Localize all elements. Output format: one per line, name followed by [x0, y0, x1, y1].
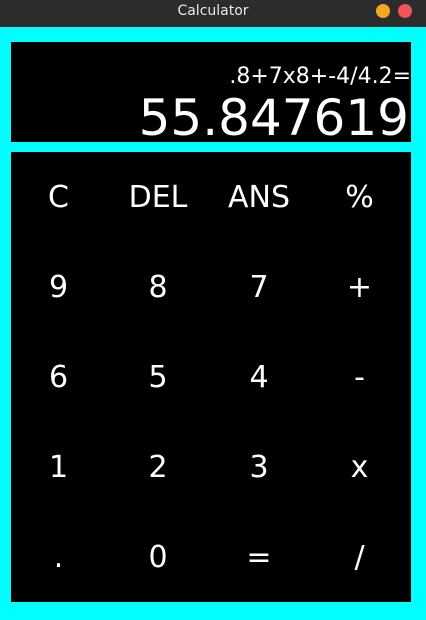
plus-button[interactable]: +	[308, 242, 411, 332]
percent-button[interactable]: %	[308, 152, 411, 242]
digit-3-button[interactable]: 3	[210, 422, 308, 512]
title-bar: Calculator	[0, 0, 426, 27]
close-button[interactable]	[398, 4, 412, 18]
digit-0-button[interactable]: 0	[106, 512, 210, 602]
minus-button[interactable]: -	[308, 332, 411, 422]
digit-6-button[interactable]: 6	[11, 332, 106, 422]
multiply-button[interactable]: x	[308, 422, 411, 512]
answer-button[interactable]: ANS	[210, 152, 308, 242]
digit-9-button[interactable]: 9	[11, 242, 106, 332]
divide-button[interactable]: /	[308, 512, 411, 602]
expression-text: .8+7x8+-4/4.2=	[229, 64, 411, 89]
digit-4-button[interactable]: 4	[210, 332, 308, 422]
digit-5-button[interactable]: 5	[106, 332, 210, 422]
minimize-button[interactable]	[376, 4, 390, 18]
digit-7-button[interactable]: 7	[210, 242, 308, 332]
clear-button[interactable]: C	[11, 152, 106, 242]
display-panel: .8+7x8+-4/4.2= 55.847619	[11, 42, 411, 146]
digit-2-button[interactable]: 2	[106, 422, 210, 512]
digit-8-button[interactable]: 8	[106, 242, 210, 332]
delete-button[interactable]: DEL	[106, 152, 210, 242]
window-title: Calculator	[177, 3, 249, 19]
keypad: C DEL ANS % 9 8 7 + 6 5 4 - 1 2 3 x . 0 …	[11, 152, 411, 602]
digit-1-button[interactable]: 1	[11, 422, 106, 512]
result-text: 55.847619	[138, 89, 409, 147]
equals-button[interactable]: =	[210, 512, 308, 602]
decimal-button[interactable]: .	[11, 512, 106, 602]
